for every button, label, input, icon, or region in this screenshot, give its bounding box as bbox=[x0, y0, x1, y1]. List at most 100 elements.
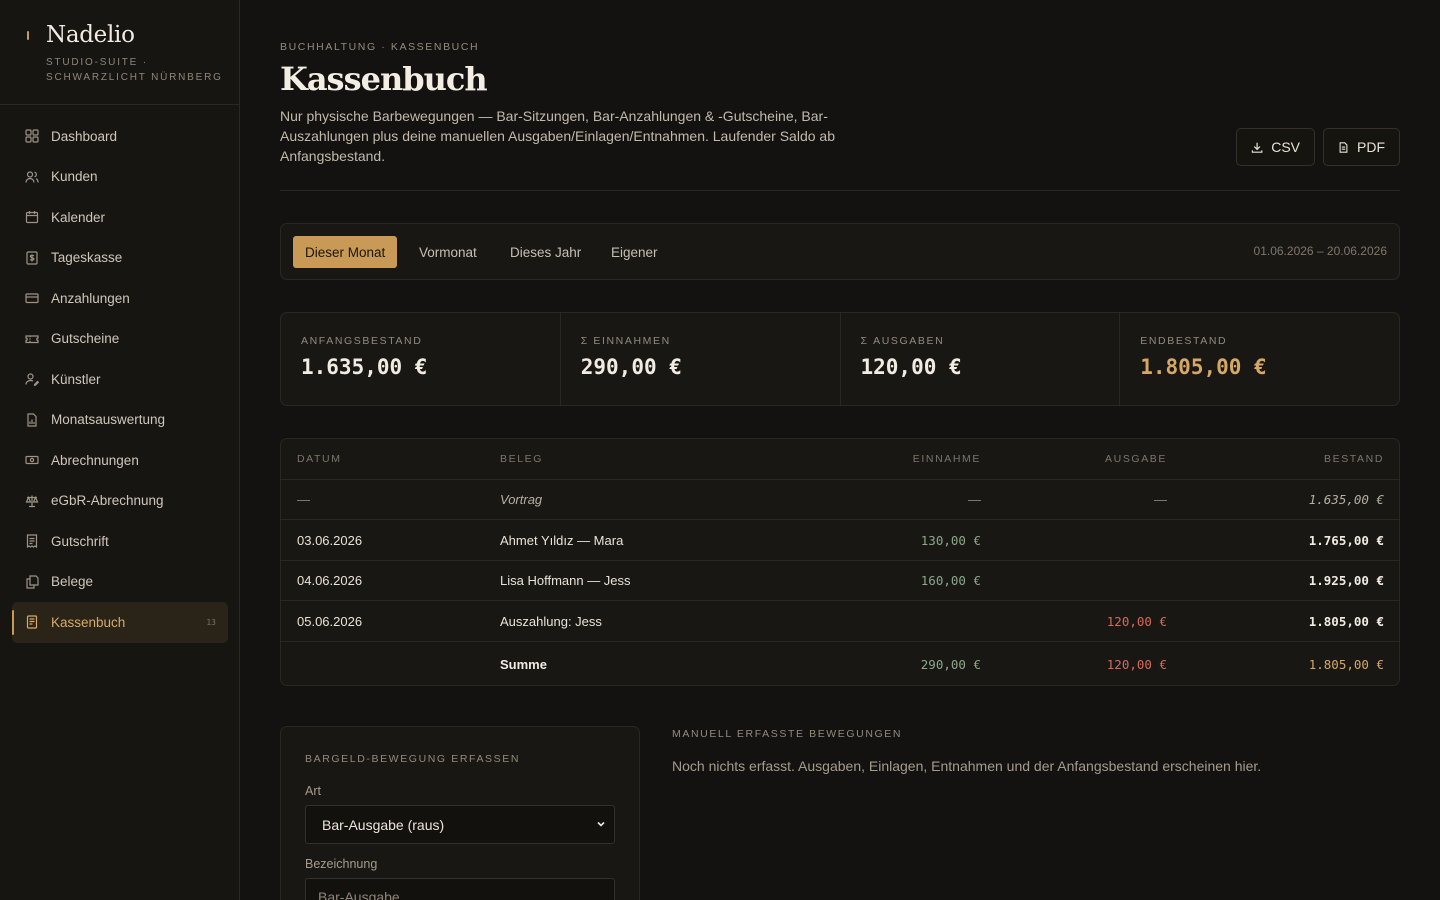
sidebar-item-label: eGbR-Abrechnung bbox=[51, 493, 164, 509]
stat-anfangsbestand: ANFANGSBESTAND 1.635,00 € bbox=[281, 313, 561, 405]
brand-name[interactable]: Nadelio bbox=[46, 22, 135, 48]
documents-icon bbox=[24, 574, 39, 589]
manual-entries-empty-state: Noch nichts erfasst. Ausgaben, Einlagen,… bbox=[672, 758, 1262, 774]
breadcrumb: BUCHHALTUNG · KASSENBUCH bbox=[280, 41, 480, 53]
form-title: BARGELD-BEWEGUNG ERFASSEN bbox=[305, 753, 521, 765]
cell-bestand: 1.805,00 € bbox=[1308, 613, 1384, 629]
bezeichnung-input[interactable]: Bar-Ausgabe bbox=[305, 878, 615, 900]
manual-entries-title: MANUELL ERFASSTE BEWEGUNGEN bbox=[672, 728, 903, 740]
sidebar-nav: Dashboard Kunden Kalender Tageskasse Anz… bbox=[12, 116, 228, 643]
sidebar-item-anzahlungen[interactable]: Anzahlungen bbox=[12, 278, 228, 319]
cell-sum-bestand: 1.805,00 € bbox=[1308, 656, 1384, 672]
sidebar-item-label: Monatsauswertung bbox=[51, 412, 166, 428]
sidebar-item-label: Gutscheine bbox=[51, 331, 120, 347]
sidebar-item-dashboard[interactable]: Dashboard bbox=[12, 116, 228, 157]
tab-eigener[interactable]: Eigener bbox=[599, 236, 670, 268]
cell-ausgabe: — bbox=[1154, 492, 1167, 507]
sidebar-item-gutscheine[interactable]: Gutscheine bbox=[12, 319, 228, 360]
table-row[interactable]: 03.06.2026 Ahmet Yıldız — Mara 130,00 € … bbox=[281, 520, 1399, 561]
period-range: 01.06.2026 – 20.06.2026 bbox=[1253, 244, 1387, 258]
export-csv-button[interactable]: CSV bbox=[1236, 128, 1315, 166]
art-select[interactable]: Bar-Ausgabe (raus) bbox=[305, 805, 615, 844]
card-icon bbox=[24, 291, 39, 306]
summary-stats: ANFANGSBESTAND 1.635,00 € Σ EINNAHMEN 29… bbox=[280, 312, 1400, 406]
stat-label: ENDBESTAND bbox=[1140, 335, 1228, 347]
download-icon bbox=[1251, 142, 1263, 153]
cell-ausgabe: 120,00 € bbox=[1106, 613, 1167, 629]
table-header-row: DATUM BELEG EINNAHME AUSGABE BESTAND bbox=[281, 439, 1399, 480]
chevron-down-icon bbox=[597, 821, 605, 827]
sidebar: Nadelio STUDIO-SUITE · SCHWARZLICHT NÜRN… bbox=[0, 0, 240, 900]
sidebar-item-label: Abrechnungen bbox=[51, 452, 139, 468]
sidebar-item-egbr-abrechnung[interactable]: eGbR-Abrechnung bbox=[12, 481, 228, 522]
period-filter: Dieser Monat Vormonat Dieses Jahr Eigene… bbox=[280, 223, 1400, 280]
tab-vormonat[interactable]: Vormonat bbox=[407, 236, 489, 268]
stat-value: 1.635,00 € bbox=[301, 355, 428, 379]
dashboard-icon bbox=[24, 129, 39, 144]
cell-sum-einnahme: 290,00 € bbox=[920, 656, 981, 672]
table-sum-row: Summe 290,00 € 120,00 € 1.805,00 € bbox=[281, 642, 1399, 685]
sidebar-item-abrechnungen[interactable]: Abrechnungen bbox=[12, 440, 228, 481]
book-icon bbox=[24, 615, 39, 630]
export-pdf-button[interactable]: PDF bbox=[1323, 128, 1400, 166]
column-header-bestand: BESTAND bbox=[1323, 453, 1384, 465]
cell-einnahme: 160,00 € bbox=[920, 573, 981, 588]
cell-einnahme: 130,00 € bbox=[920, 532, 981, 548]
users-icon bbox=[24, 169, 39, 184]
stat-value: 120,00 € bbox=[860, 355, 962, 379]
cash-entry-form: BARGELD-BEWEGUNG ERFASSEN Art Bar-Ausgab… bbox=[280, 726, 640, 900]
column-header-beleg: BELEG bbox=[500, 453, 544, 465]
tab-dieser-monat[interactable]: Dieser Monat bbox=[293, 236, 398, 268]
column-header-datum: DATUM bbox=[297, 453, 342, 465]
cell-date: 03.06.2026 bbox=[297, 532, 363, 548]
art-label: Art bbox=[305, 784, 321, 798]
cell-date: 04.06.2026 bbox=[297, 573, 363, 588]
stat-label: Σ AUSGABEN bbox=[860, 335, 945, 347]
tab-dieses-jahr[interactable]: Dieses Jahr bbox=[498, 236, 593, 268]
kassenbuch-table: DATUM BELEG EINNAHME AUSGABE BESTAND — V… bbox=[280, 438, 1400, 686]
stat-label: ANFANGSBESTAND bbox=[301, 335, 423, 347]
sidebar-item-monatsauswertung[interactable]: Monatsauswertung bbox=[12, 400, 228, 441]
stat-label: Σ EINNAHMEN bbox=[580, 335, 671, 347]
sidebar-item-kuenstler[interactable]: Künstler bbox=[12, 359, 228, 400]
sidebar-item-badge: 13 bbox=[206, 617, 216, 627]
brand-subtitle: STUDIO-SUITE · SCHWARZLICHT NÜRNBERG bbox=[46, 57, 223, 83]
sidebar-item-label: Dashboard bbox=[51, 128, 118, 144]
sidebar-item-belege[interactable]: Belege bbox=[12, 562, 228, 603]
sidebar-item-label: Kassenbuch bbox=[51, 614, 126, 630]
banknote-icon bbox=[24, 453, 39, 468]
sidebar-item-label: Kunden bbox=[51, 169, 98, 185]
cell-sum-label: Summe bbox=[500, 656, 547, 672]
page-description: Nur physische Barbewegungen — Bar-Sitzun… bbox=[280, 108, 835, 164]
table-row[interactable]: 04.06.2026 Lisa Hoffmann — Jess 160,00 €… bbox=[281, 561, 1399, 601]
export-pdf-label: PDF bbox=[1357, 139, 1385, 155]
bezeichnung-label: Bezeichnung bbox=[305, 857, 378, 871]
cell-beleg: Ahmet Yıldız — Mara bbox=[500, 532, 624, 548]
cell-beleg: Auszahlung: Jess bbox=[500, 613, 602, 629]
stat-einnahmen: Σ EINNAHMEN 290,00 € bbox=[561, 313, 841, 405]
stat-value: 290,00 € bbox=[580, 355, 682, 379]
sidebar-item-label: Kalender bbox=[51, 209, 106, 225]
cell-einnahme: — bbox=[968, 492, 981, 507]
brand-mark-icon bbox=[27, 31, 29, 40]
sidebar-item-label: Gutschrift bbox=[51, 533, 109, 549]
export-csv-label: CSV bbox=[1271, 139, 1300, 155]
sidebar-item-tageskasse[interactable]: Tageskasse bbox=[12, 238, 228, 279]
page-title: Kassenbuch bbox=[280, 60, 488, 98]
cell-beleg: Vortrag bbox=[500, 492, 543, 507]
table-row[interactable]: 05.06.2026 Auszahlung: Jess 120,00 € 1.8… bbox=[281, 601, 1399, 642]
cell-sum-ausgabe: 120,00 € bbox=[1106, 656, 1167, 672]
cell-beleg: Lisa Hoffmann — Jess bbox=[500, 573, 631, 588]
cell-date: 05.06.2026 bbox=[297, 613, 363, 629]
sidebar-item-kunden[interactable]: Kunden bbox=[12, 157, 228, 198]
sidebar-item-gutschrift[interactable]: Gutschrift bbox=[12, 521, 228, 562]
scale-icon bbox=[24, 493, 39, 508]
sidebar-item-kalender[interactable]: Kalender bbox=[12, 197, 228, 238]
sidebar-item-label: Künstler bbox=[51, 371, 101, 387]
cell-date: — bbox=[297, 492, 310, 507]
column-header-ausgabe: AUSGABE bbox=[1105, 453, 1167, 465]
artist-icon bbox=[24, 372, 39, 387]
cash-register-icon bbox=[24, 250, 39, 265]
stat-ausgaben: Σ AUSGABEN 120,00 € bbox=[841, 313, 1121, 405]
sidebar-item-kassenbuch[interactable]: Kassenbuch 13 bbox=[12, 602, 228, 643]
